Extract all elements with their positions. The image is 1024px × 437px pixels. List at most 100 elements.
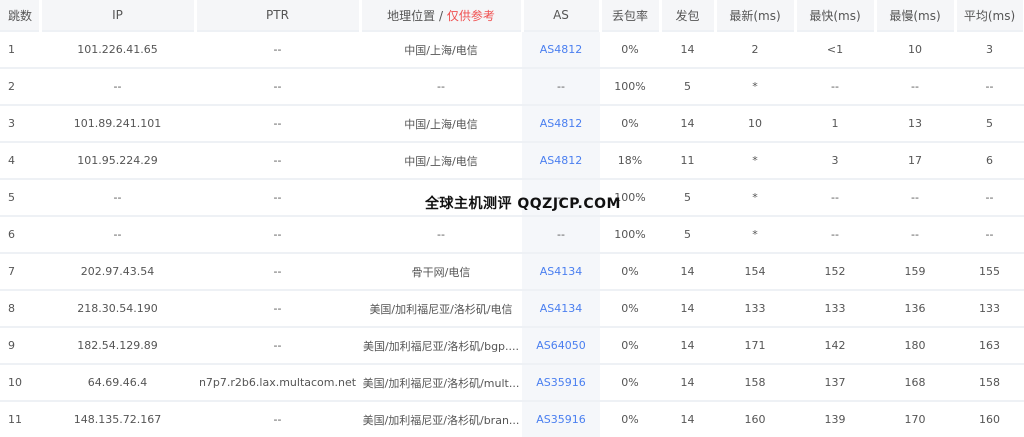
cell-best: 1 bbox=[795, 104, 875, 142]
table-row: 3 101.89.241.101 -- 中国/上海/电信 AS4812 0% 14 10 1 13… bbox=[0, 104, 1024, 142]
cell-last: * bbox=[715, 141, 795, 179]
cell-best: 133 bbox=[795, 289, 875, 327]
header-geo: 地理位置 / 仅供参考 bbox=[360, 0, 524, 31]
header-as: AS bbox=[522, 0, 602, 31]
cell-geo: -- bbox=[360, 215, 522, 253]
header-ptr: PTR bbox=[195, 0, 362, 31]
cell-geo: 骨干网/电信 bbox=[360, 252, 522, 290]
cell-last: 158 bbox=[715, 363, 795, 401]
cell-hop: 3 bbox=[0, 104, 40, 142]
cell-geo: -- bbox=[360, 67, 522, 105]
cell-worst: 180 bbox=[875, 326, 955, 364]
cell-last: 171 bbox=[715, 326, 795, 364]
cell-worst: -- bbox=[875, 178, 955, 216]
cell-ptr: -- bbox=[195, 30, 360, 68]
table-row: 7 202.97.43.54 -- 骨干网/电信 AS4134 0% 14 154 152 159… bbox=[0, 252, 1024, 290]
cell-sent: 14 bbox=[660, 252, 715, 290]
table-header: 跳数 IP PTR 地理位置 / 仅供参考 AS 丢包率 发包 最新(ms) 最… bbox=[0, 0, 1024, 31]
table-row: 8 218.30.54.190 -- 美国/加利福尼亚/洛杉矶/电信 AS4134 0% 1… bbox=[0, 289, 1024, 327]
cell-as[interactable]: AS4812 bbox=[522, 30, 600, 68]
cell-worst: 168 bbox=[875, 363, 955, 401]
cell-as: -- bbox=[522, 215, 600, 253]
cell-last: 2 bbox=[715, 30, 795, 68]
cell-geo: 中国/上海/电信 bbox=[360, 141, 522, 179]
cell-geo: 美国/加利福尼亚/洛杉矶/bran... bbox=[360, 400, 522, 437]
cell-loss: 0% bbox=[600, 326, 660, 364]
cell-ptr: -- bbox=[195, 400, 360, 437]
cell-as[interactable]: AS4812 bbox=[522, 104, 600, 142]
cell-loss: 18% bbox=[600, 141, 660, 179]
geo-sep: / bbox=[435, 8, 447, 23]
cell-as[interactable]: AS64050 bbox=[522, 326, 600, 364]
cell-worst: 136 bbox=[875, 289, 955, 327]
cell-ptr: -- bbox=[195, 104, 360, 142]
cell-ip: 182.54.129.89 bbox=[40, 326, 195, 364]
cell-hop: 9 bbox=[0, 326, 40, 364]
table-row: 1 101.226.41.65 -- 中国/上海/电信 AS4812 0% 14 2 <1 10 3 bbox=[0, 30, 1024, 68]
cell-ip: 148.135.72.167 bbox=[40, 400, 195, 437]
cell-ip: 218.30.54.190 bbox=[40, 289, 195, 327]
cell-sent: 14 bbox=[660, 400, 715, 437]
cell-ip: 101.95.224.29 bbox=[40, 141, 195, 179]
cell-sent: 14 bbox=[660, 104, 715, 142]
cell-sent: 14 bbox=[660, 289, 715, 327]
cell-as[interactable]: AS4812 bbox=[522, 141, 600, 179]
header-ip: IP bbox=[40, 0, 197, 31]
geo-label: 地理位置 bbox=[387, 8, 436, 23]
cell-as[interactable]: AS4134 bbox=[522, 252, 600, 290]
cell-worst: 170 bbox=[875, 400, 955, 437]
cell-as[interactable]: AS4134 bbox=[522, 289, 600, 327]
cell-hop: 5 bbox=[0, 178, 40, 216]
cell-avg: 6 bbox=[955, 141, 1024, 179]
cell-best: -- bbox=[795, 178, 875, 216]
geo-note: 仅供参考 bbox=[446, 8, 495, 23]
table-row: 10 64.69.46.4 n7p7.r2b6.lax.multacom.net 美国… bbox=[0, 363, 1024, 401]
cell-as[interactable]: AS35916 bbox=[522, 363, 600, 401]
cell-sent: 14 bbox=[660, 30, 715, 68]
cell-avg: 158 bbox=[955, 363, 1024, 401]
cell-hop: 8 bbox=[0, 289, 40, 327]
cell-avg: 3 bbox=[955, 30, 1024, 68]
cell-as: -- bbox=[522, 67, 600, 105]
cell-worst: 17 bbox=[875, 141, 955, 179]
cell-hop: 7 bbox=[0, 252, 40, 290]
cell-ptr: -- bbox=[195, 178, 360, 216]
cell-last: 154 bbox=[715, 252, 795, 290]
cell-ip: -- bbox=[40, 67, 195, 105]
cell-loss: 0% bbox=[600, 104, 660, 142]
cell-last: * bbox=[715, 67, 795, 105]
cell-as[interactable]: AS35916 bbox=[522, 400, 600, 437]
cell-best: 139 bbox=[795, 400, 875, 437]
cell-best: 142 bbox=[795, 326, 875, 364]
cell-ip: -- bbox=[40, 178, 195, 216]
cell-avg: -- bbox=[955, 178, 1024, 216]
cell-avg: 155 bbox=[955, 252, 1024, 290]
cell-last: 160 bbox=[715, 400, 795, 437]
cell-hop: 1 bbox=[0, 30, 40, 68]
cell-ptr: -- bbox=[195, 326, 360, 364]
cell-sent: 14 bbox=[660, 363, 715, 401]
watermark: 全球主机测评 QQZJCP.COM bbox=[425, 196, 621, 212]
cell-last: * bbox=[715, 178, 795, 216]
cell-ip: -- bbox=[40, 215, 195, 253]
cell-best: -- bbox=[795, 67, 875, 105]
cell-avg: 5 bbox=[955, 104, 1024, 142]
cell-ptr: n7p7.r2b6.lax.multacom.net bbox=[195, 363, 360, 401]
cell-worst: -- bbox=[875, 67, 955, 105]
cell-worst: -- bbox=[875, 215, 955, 253]
table-row: 11 148.135.72.167 -- 美国/加利福尼亚/洛杉矶/bran... AS… bbox=[0, 400, 1024, 437]
cell-hop: 6 bbox=[0, 215, 40, 253]
traceroute-table: 跳数 IP PTR 地理位置 / 仅供参考 AS 丢包率 发包 最新(ms) 最… bbox=[0, 0, 1024, 437]
table-row: 4 101.95.224.29 -- 中国/上海/电信 AS4812 18% 11 * 3 17 6 bbox=[0, 141, 1024, 179]
cell-geo: 中国/上海/电信 bbox=[360, 30, 522, 68]
cell-best: 152 bbox=[795, 252, 875, 290]
cell-loss: 0% bbox=[600, 289, 660, 327]
cell-hop: 2 bbox=[0, 67, 40, 105]
cell-ptr: -- bbox=[195, 141, 360, 179]
cell-avg: 133 bbox=[955, 289, 1024, 327]
cell-best: 3 bbox=[795, 141, 875, 179]
cell-hop: 11 bbox=[0, 400, 40, 437]
cell-geo: 美国/加利福尼亚/洛杉矶/电信 bbox=[360, 289, 522, 327]
cell-sent: 5 bbox=[660, 215, 715, 253]
table-row: 2 -- -- -- -- 100% 5 * -- -- -- bbox=[0, 67, 1024, 105]
